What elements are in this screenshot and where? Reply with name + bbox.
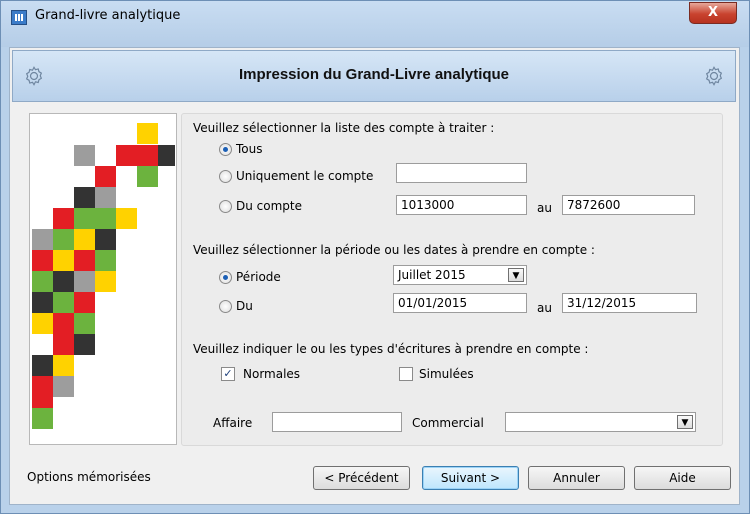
logo-square bbox=[116, 145, 137, 166]
single-account-input[interactable] bbox=[396, 163, 527, 183]
entries-prompt: Veuillez indiquer le ou les types d'écri… bbox=[193, 342, 589, 356]
commercial-label: Commercial bbox=[412, 416, 484, 430]
normal-entries-checkbox[interactable]: ✓ bbox=[221, 367, 235, 381]
simulated-entries-label[interactable]: Simulées bbox=[419, 367, 474, 381]
logo-square bbox=[32, 313, 53, 334]
date-from-input[interactable]: 01/01/2015 bbox=[393, 293, 527, 313]
logo-square bbox=[74, 292, 95, 313]
logo-square bbox=[53, 334, 74, 355]
logo-square bbox=[53, 229, 74, 250]
logo-square bbox=[95, 166, 116, 187]
logo-square bbox=[95, 187, 116, 208]
radio-all-accounts[interactable] bbox=[219, 143, 232, 156]
logo-square bbox=[32, 250, 53, 271]
logo-square bbox=[32, 376, 53, 397]
logo-square bbox=[74, 229, 95, 250]
title-bar: Grand-livre analytique X bbox=[1, 1, 749, 47]
logo-square bbox=[32, 229, 53, 250]
account-to-input[interactable]: 7872600 bbox=[562, 195, 695, 215]
logo-square bbox=[137, 166, 158, 187]
next-button[interactable]: Suivant > bbox=[422, 466, 519, 490]
logo-square bbox=[53, 271, 74, 292]
header-banner: Impression du Grand-Livre analytique bbox=[12, 50, 736, 102]
logo-square bbox=[95, 271, 116, 292]
logo-square bbox=[74, 250, 95, 271]
logo-square bbox=[74, 334, 95, 355]
logo-square bbox=[32, 408, 53, 429]
logo-square bbox=[32, 292, 53, 313]
period-select[interactable]: Juillet 2015 bbox=[393, 265, 527, 285]
decorative-logo bbox=[29, 113, 177, 445]
previous-button[interactable]: < Précédent bbox=[313, 466, 410, 490]
date-to-label: au bbox=[537, 301, 552, 315]
logo-square bbox=[74, 187, 95, 208]
logo-square bbox=[95, 250, 116, 271]
logo-square bbox=[74, 313, 95, 334]
app-icon bbox=[11, 10, 27, 25]
close-button[interactable]: X bbox=[689, 2, 737, 24]
radio-period-label[interactable]: Période bbox=[236, 270, 281, 284]
account-from-input[interactable]: 1013000 bbox=[396, 195, 527, 215]
radio-single-account[interactable] bbox=[219, 170, 232, 183]
logo-square bbox=[53, 208, 74, 229]
normal-entries-label[interactable]: Normales bbox=[243, 367, 300, 381]
logo-square bbox=[32, 355, 53, 376]
logo-square bbox=[74, 271, 95, 292]
radio-date-range-label[interactable]: Du bbox=[236, 299, 253, 313]
affaire-label: Affaire bbox=[213, 416, 253, 430]
radio-period[interactable] bbox=[219, 271, 232, 284]
affaire-input[interactable] bbox=[272, 412, 402, 432]
logo-square bbox=[137, 145, 158, 166]
logo-square bbox=[32, 271, 53, 292]
logo-square bbox=[53, 376, 74, 397]
gear-icon bbox=[705, 66, 723, 86]
logo-square bbox=[158, 145, 175, 166]
simulated-entries-checkbox[interactable] bbox=[399, 367, 413, 381]
logo-square bbox=[53, 250, 74, 271]
help-button[interactable]: Aide bbox=[634, 466, 731, 490]
cancel-button[interactable]: Annuler bbox=[528, 466, 625, 490]
chevron-down-icon[interactable]: ▼ bbox=[677, 415, 693, 429]
options-memorized-label: Options mémorisées bbox=[27, 470, 151, 484]
logo-square bbox=[95, 208, 116, 229]
logo-square bbox=[137, 123, 158, 144]
logo-square bbox=[95, 229, 116, 250]
logo-square bbox=[74, 208, 95, 229]
logo-square bbox=[116, 208, 137, 229]
period-prompt: Veuillez sélectionner la période ou les … bbox=[193, 243, 595, 257]
radio-date-range[interactable] bbox=[219, 300, 232, 313]
chevron-down-icon[interactable]: ▼ bbox=[508, 268, 524, 282]
logo-square bbox=[53, 355, 74, 376]
logo-square bbox=[74, 145, 95, 166]
page-title: Impression du Grand-Livre analytique bbox=[238, 66, 510, 83]
logo-square bbox=[53, 313, 74, 334]
window-title: Grand-livre analytique bbox=[35, 8, 181, 23]
radio-all-accounts-label[interactable]: Tous bbox=[236, 142, 263, 156]
logo-square bbox=[53, 292, 74, 313]
radio-account-range-label[interactable]: Du compte bbox=[236, 199, 302, 213]
commercial-select[interactable] bbox=[505, 412, 696, 432]
account-to-label: au bbox=[537, 201, 552, 215]
radio-account-range[interactable] bbox=[219, 200, 232, 213]
date-to-input[interactable]: 31/12/2015 bbox=[562, 293, 697, 313]
accounts-prompt: Veuillez sélectionner la liste des compt… bbox=[193, 121, 495, 135]
radio-single-account-label[interactable]: Uniquement le compte bbox=[236, 169, 373, 183]
